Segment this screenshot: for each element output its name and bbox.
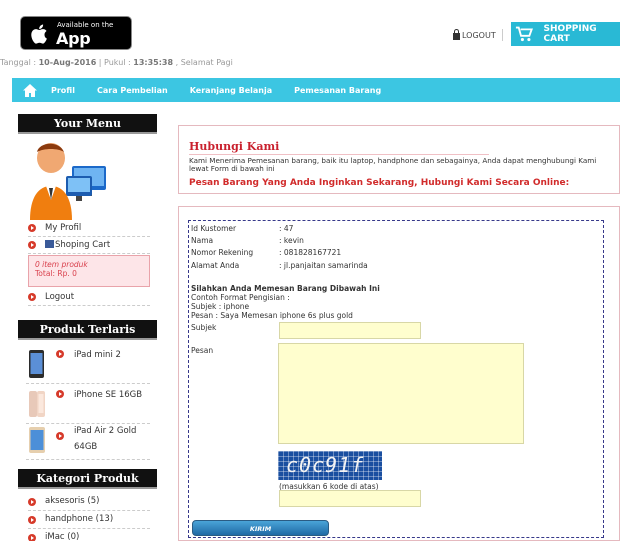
cart-summary-box: 0 item produk Total: Rp. 0 [28, 255, 150, 287]
row-label: Nomor Rekening [191, 248, 254, 257]
date-value: 10-Aug-2016 [38, 58, 97, 67]
contact-description: Kami Menerima Pemesanan barang, baik itu… [189, 156, 597, 173]
bullet-icon [56, 390, 64, 398]
product-name: iPhone SE 16GB [74, 390, 143, 400]
title-underline [189, 154, 489, 155]
nav-item-pemesanan-barang[interactable]: Pemesanan Barang [294, 86, 381, 95]
category-label: handphone (13) [45, 514, 114, 524]
message-label: Pesan [191, 346, 214, 355]
time-value: 13:35:38 [133, 58, 174, 67]
your-menu-heading: Your Menu [18, 114, 157, 134]
product-item-iphone-se[interactable]: iPhone SE 16GB [26, 384, 150, 424]
message-textarea[interactable] [278, 343, 524, 444]
customer-id-row: Id Kustomer : 47 [191, 224, 293, 233]
bullet-icon [28, 534, 36, 541]
example-title: Contoh Format Pengisian : [191, 293, 290, 302]
date-label: Tanggal : [0, 58, 39, 67]
customer-name-row: Nama : kevin [191, 236, 304, 245]
example-subject: Subjek : iphone [191, 302, 250, 311]
bullet-icon [28, 293, 36, 301]
row-label: Nama [191, 236, 214, 245]
category-label: aksesoris (5) [45, 496, 100, 506]
example-message: Pesan : Saya Memesan iphone 6s plus gold [191, 311, 353, 320]
user-avatar [30, 143, 106, 220]
cart-mini-icon [45, 240, 54, 248]
shopping-cart-label: SHOPPING CART [543, 24, 597, 44]
nav-item-cara-pembelian[interactable]: Cara Pembelian [97, 86, 168, 95]
apple-logo-icon [31, 24, 47, 44]
logout-link[interactable]: LOGOUT [453, 28, 503, 41]
product-name: iPad Air 2 Gold 64GB [74, 426, 137, 452]
captcha-image: c0c91f [278, 451, 382, 480]
row-value: : kevin [279, 236, 304, 245]
row-label: Id Kustomer [191, 224, 237, 233]
main-nav: Profil Cara Pembelian Keranjang Belanja … [12, 78, 620, 102]
bullet-icon [56, 350, 64, 358]
lock-icon [453, 28, 460, 40]
subject-label: Subjek [191, 323, 217, 332]
ipad-air-thumbnail [29, 427, 45, 453]
customer-address-row: Alamat Anda : jl.panjaitan samarinda [191, 261, 368, 270]
home-icon[interactable] [23, 83, 37, 97]
category-item-aksesoris[interactable]: aksesoris (5) [28, 496, 150, 511]
contact-title: Hubungi Kami [189, 140, 280, 153]
sidebar-item-my-profil[interactable]: My Profil [28, 222, 150, 237]
row-value: : 081828167721 [279, 248, 342, 257]
product-name: iPad mini 2 [74, 350, 121, 360]
category-heading: Kategori Produk [18, 469, 157, 489]
category-item-imac[interactable]: iMac (0) [28, 532, 150, 541]
captcha-input[interactable] [279, 490, 421, 507]
divider [501, 29, 503, 41]
bestseller-heading: Produk Terlaris [18, 320, 157, 340]
sidebar-item-label: Shoping Cart [55, 240, 111, 250]
row-label: Alamat Anda [191, 261, 240, 270]
shopping-cart-icon [515, 26, 533, 42]
product-item-ipad-air-2[interactable]: iPad Air 2 Gold 64GB [26, 420, 150, 460]
row-value: : jl.panjaitan samarinda [279, 261, 368, 270]
customer-account-row: Nomor Rekening : 081828167721 [191, 248, 341, 257]
cart-total: Total: Rp. 0 [35, 269, 77, 278]
date-time-bar: Tanggal : 10-Aug-2016 | Pukul : 13:35:38… [0, 58, 233, 67]
subject-input[interactable] [279, 322, 421, 339]
cart-item-count: 0 item produk [35, 260, 88, 269]
contact-call-to-action: Pesan Barang Yang Anda Inginkan Sekarang… [189, 178, 570, 188]
instruction-title: Silahkan Anda Memesan Barang Dibawah Ini [191, 284, 380, 293]
logout-label: LOGOUT [462, 30, 496, 40]
bullet-icon [28, 498, 36, 506]
product-item-ipad-mini-2[interactable]: iPad mini 2 [26, 344, 150, 384]
iphone-se-thumbnail [29, 391, 45, 417]
row-value: : 47 [279, 224, 294, 233]
nav-item-keranjang-belanja[interactable]: Keranjang Belanja [190, 86, 272, 95]
bullet-icon [28, 516, 36, 524]
captcha-code: c0c91f [286, 453, 365, 477]
sidebar-item-label: Logout [45, 292, 75, 302]
time-label: | Pukul : [96, 58, 134, 67]
contact-panel: Hubungi Kami Kami Menerima Pemesanan bar… [178, 125, 620, 194]
greeting: , Selamat Pagi [173, 58, 233, 67]
app-store-badge[interactable]: Available on the App Store [20, 16, 132, 67]
category-label: iMac (0) [45, 532, 80, 541]
sidebar-item-logout[interactable]: Logout [28, 291, 150, 306]
category-item-handphone[interactable]: handphone (13) [28, 514, 150, 529]
appstore-small-text: Available on the [57, 21, 114, 29]
shopping-cart-button[interactable]: SHOPPING CART [511, 22, 620, 46]
bullet-icon [56, 432, 64, 440]
bullet-icon [28, 224, 36, 232]
bullet-icon [28, 241, 36, 249]
nav-item-profil[interactable]: Profil [51, 86, 75, 95]
sidebar-item-shoping-cart[interactable]: Shoping Cart [28, 239, 150, 254]
submit-button[interactable]: KIRIM [192, 520, 329, 536]
sidebar-item-label: My Profil [45, 223, 82, 233]
ipad-mini-thumbnail [29, 350, 44, 378]
